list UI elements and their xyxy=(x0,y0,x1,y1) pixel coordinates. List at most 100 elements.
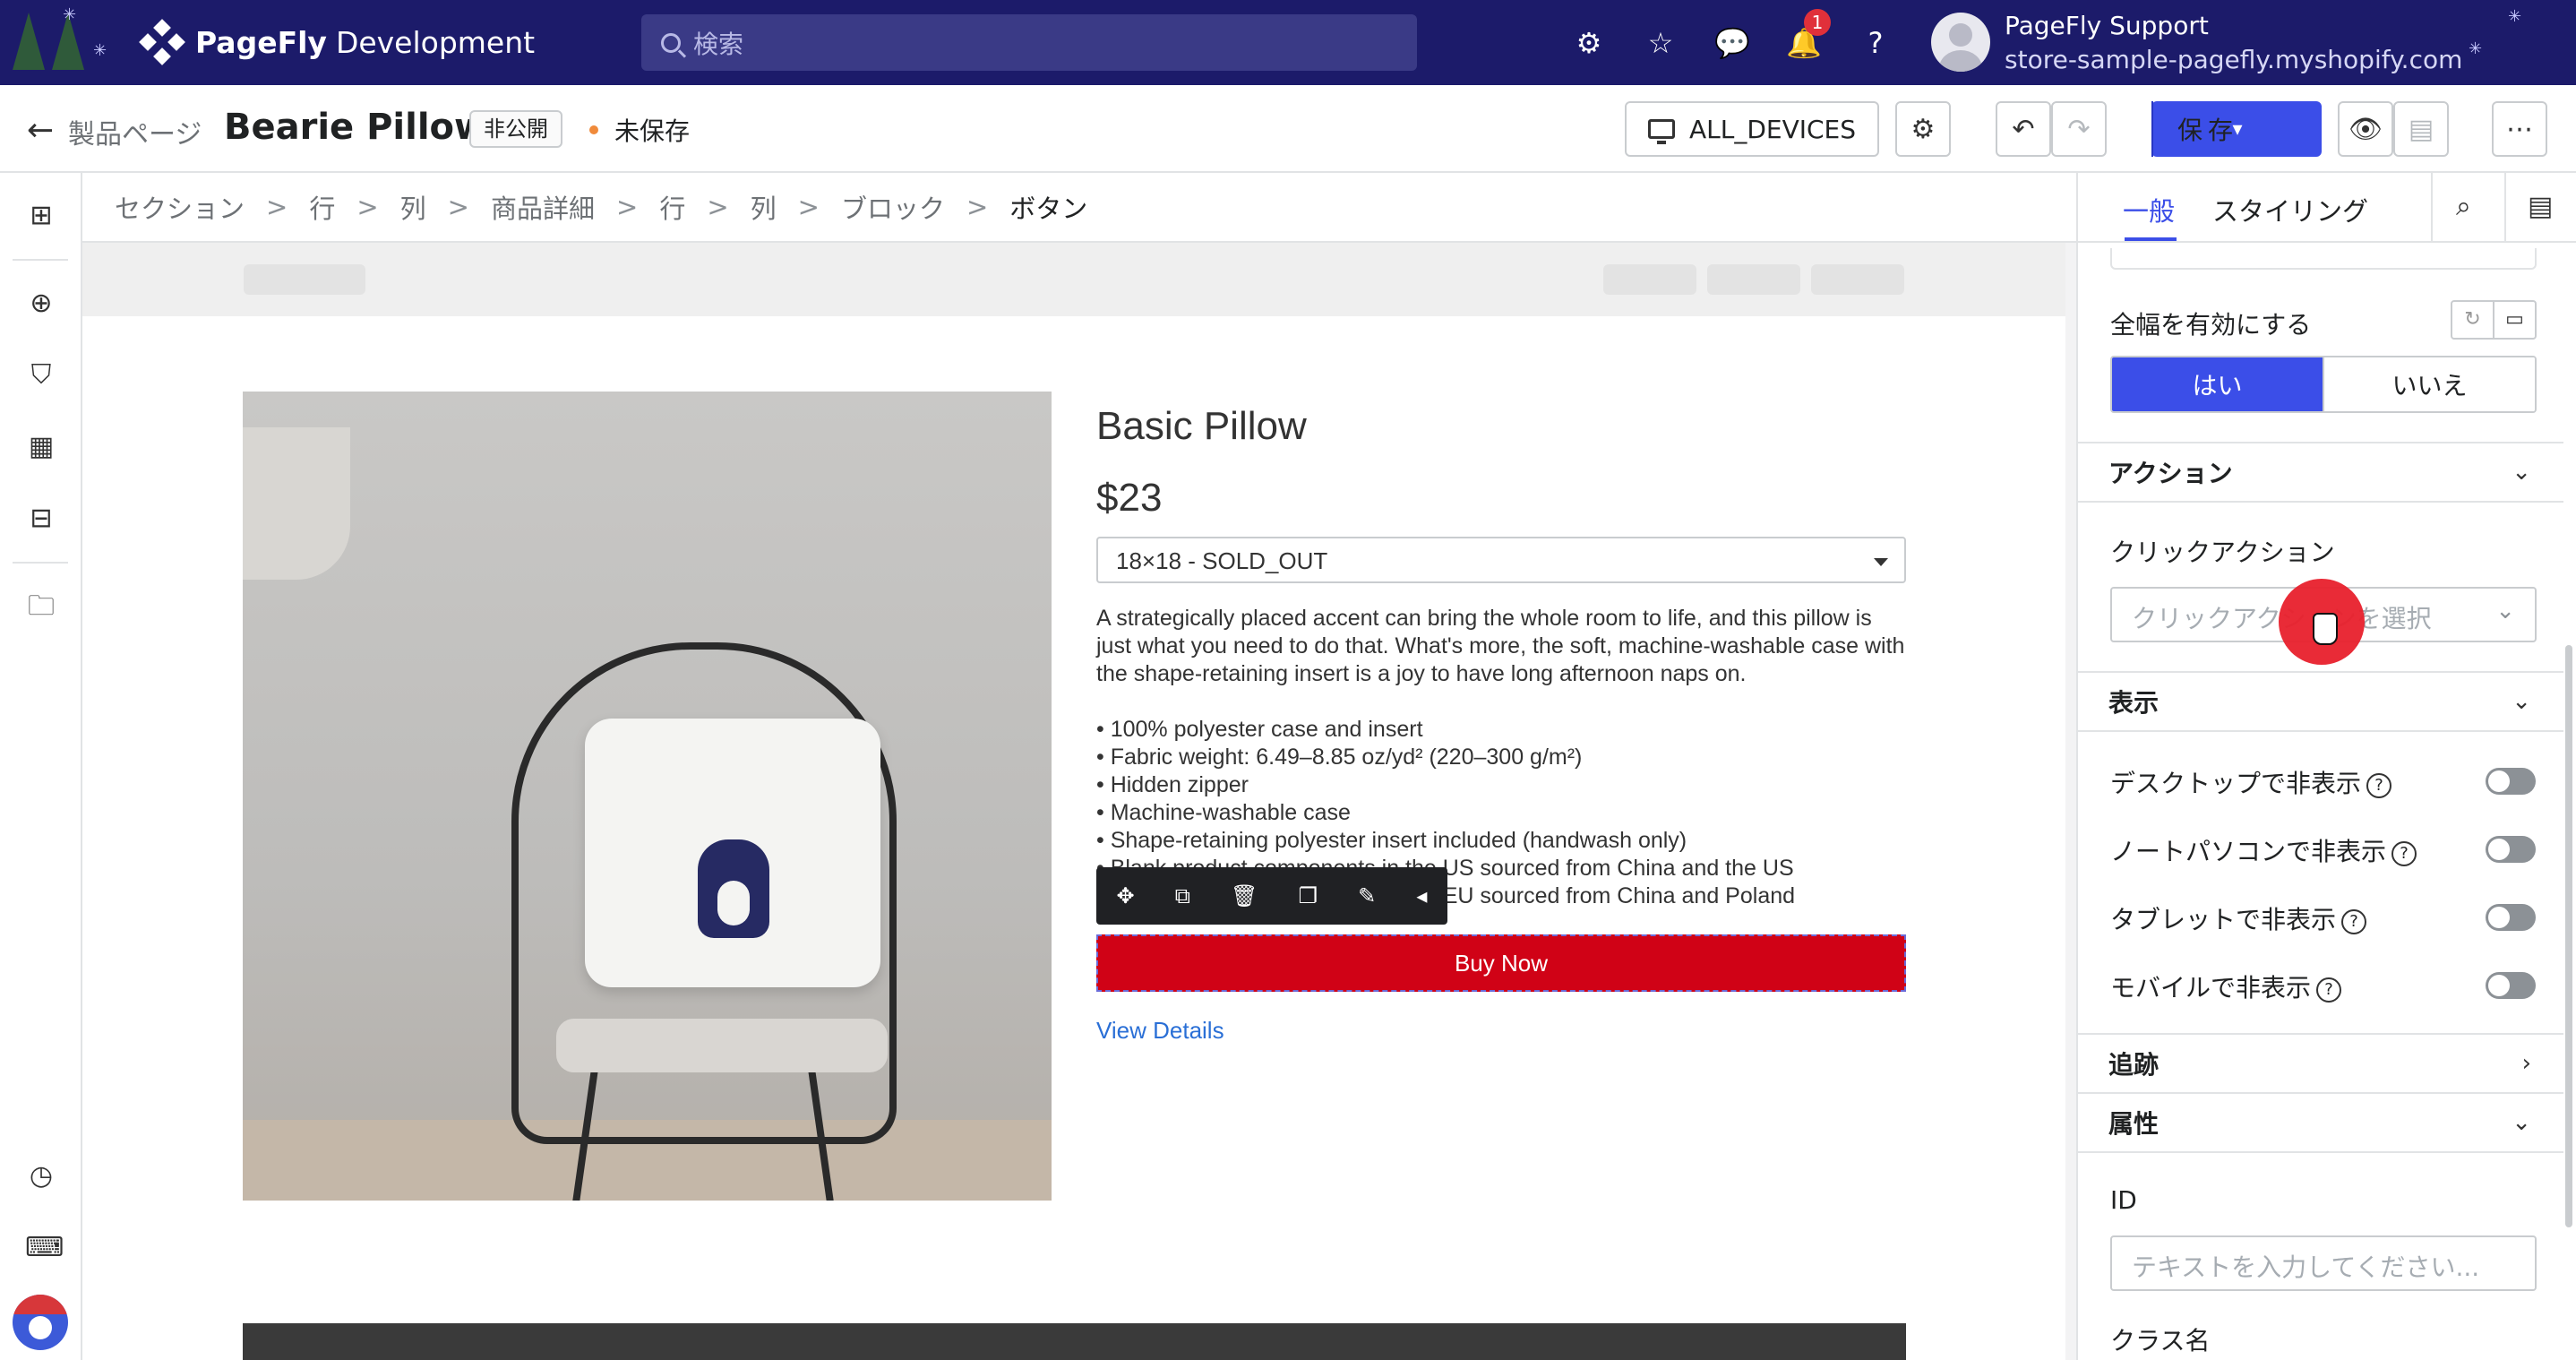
chat-icon[interactable]: 💬 xyxy=(1714,25,1750,61)
folder-icon[interactable]: 🗀 xyxy=(25,590,57,623)
snowflake-icon: ✳ xyxy=(2469,39,2483,58)
unsaved-dot-icon xyxy=(589,125,598,134)
breadcrumb-item[interactable]: 行 xyxy=(309,188,335,226)
bullet-item: • Shape-retaining polyester insert inclu… xyxy=(1096,828,1687,853)
hide-laptop-toggle[interactable] xyxy=(2486,836,2536,863)
section-tracking[interactable]: 追跡 › xyxy=(2078,1033,2563,1094)
apps-icon[interactable]: ▦ xyxy=(25,431,57,463)
fullwidth-yes-button[interactable]: はい xyxy=(2112,357,2323,411)
duplicate-icon[interactable]: ⧉ xyxy=(1175,883,1190,908)
product-title[interactable]: Basic Pillow xyxy=(1096,404,1307,449)
inspector-panel: 一般 スタイリング ⌕ ▤ 全幅を有効にする ↻ ▭ はい いいえ アクション … xyxy=(2076,173,2576,1360)
search-input[interactable]: 検索 xyxy=(641,14,1417,71)
save-button[interactable]: 保存 ▾ xyxy=(2151,101,2322,157)
bullet-item: • Fabric weight: 6.49–8.85 oz/yd² (220–3… xyxy=(1096,745,1583,770)
style-picker-icon[interactable]: ✎ xyxy=(1358,883,1376,908)
redo-button[interactable]: ↷ xyxy=(2051,101,2107,157)
integrations-icon[interactable]: ⊟ xyxy=(25,503,57,535)
tab-general[interactable]: 一般 xyxy=(2123,191,2175,228)
id-input[interactable]: テキストを入力してください... xyxy=(2110,1235,2537,1291)
code-icon[interactable]: ⌨ xyxy=(25,1232,64,1264)
product-price[interactable]: $23 xyxy=(1096,476,1162,521)
collapse-icon[interactable]: ◂ xyxy=(1416,883,1427,908)
breadcrumb-item[interactable]: セクション xyxy=(115,188,245,226)
breadcrumb-current[interactable]: ボタン xyxy=(1009,188,1087,226)
publish-button[interactable]: ▤ xyxy=(2393,101,2449,157)
panel-scrollbar[interactable] xyxy=(2565,645,2572,1227)
breadcrumb: セクション > 行 > 列 > 商品詳細 > 行 > 列 > ブロック > ボタ… xyxy=(82,173,2076,243)
page-settings-button[interactable]: ⚙ xyxy=(1895,101,1951,157)
delete-icon[interactable]: 🗑 xyxy=(1231,883,1258,908)
product-image[interactable] xyxy=(243,392,1052,1201)
shopify-icon[interactable]: ⛉ xyxy=(25,359,57,392)
back-link[interactable]: 製品ページ xyxy=(68,112,202,151)
inspector-tabs: 一般 スタイリング ⌕ ▤ xyxy=(2078,173,2576,243)
more-button[interactable]: ⋯ xyxy=(2492,101,2547,157)
editor-canvas[interactable]: Basic Pillow $23 18×18 - SOLD_OUT A stra… xyxy=(82,243,2076,1360)
device-selector-label: ALL_DEVICES xyxy=(1688,114,1857,144)
layers-icon[interactable]: ⊞ xyxy=(25,200,57,232)
brand-name: PageFly xyxy=(195,24,327,60)
help-icon[interactable]: ? xyxy=(2341,909,2367,934)
avatar[interactable] xyxy=(1931,13,1990,72)
variant-select[interactable]: 18×18 - SOLD_OUT xyxy=(1096,537,1906,583)
reset-icon[interactable]: ↻ xyxy=(2452,302,2493,338)
help-icon[interactable]: ? xyxy=(2366,773,2392,798)
add-element-icon[interactable]: ⊕ xyxy=(25,288,57,320)
search-icon[interactable]: ⌕ xyxy=(2456,191,2471,222)
pagefly-logo-icon xyxy=(139,19,185,65)
id-label: ID xyxy=(2110,1185,2137,1215)
breadcrumb-item[interactable]: 列 xyxy=(751,188,777,226)
bear-print xyxy=(698,839,769,938)
device-selector-button[interactable]: ALL_DEVICES xyxy=(1625,101,1879,157)
hide-mobile-label: モバイルで非表示? xyxy=(2110,968,2342,1004)
hide-tablet-toggle[interactable] xyxy=(2486,904,2536,931)
breadcrumb-item[interactable]: 商品詳細 xyxy=(491,188,595,226)
settings-icon[interactable]: ⚙ xyxy=(1571,25,1607,61)
buy-now-button[interactable]: Buy Now xyxy=(1096,934,1906,992)
product-description[interactable]: A strategically placed accent can bring … xyxy=(1096,605,1911,688)
star-icon[interactable]: ☆ xyxy=(1643,25,1679,61)
more-icon: ⋯ xyxy=(2506,113,2533,145)
click-action-label: クリックアクション xyxy=(2110,538,2335,567)
help-icon[interactable]: ? xyxy=(2391,841,2417,866)
breadcrumb-item[interactable]: ブロック xyxy=(841,188,945,226)
help-icon[interactable]: ? xyxy=(1858,25,1893,61)
previous-field[interactable] xyxy=(2110,248,2537,270)
fullwidth-no-button[interactable]: いいえ xyxy=(2323,357,2535,411)
account-store[interactable]: store-sample-pagefly.myshopify.com xyxy=(2005,45,2462,74)
bullet-item: • Machine-washable case xyxy=(1096,800,1351,825)
document-icon[interactable]: ▤ xyxy=(2528,191,2553,222)
history-icon[interactable]: ◷ xyxy=(25,1160,57,1192)
breadcrumb-item[interactable]: 行 xyxy=(659,188,685,226)
monitor-icon xyxy=(1647,119,1675,144)
desktop-icon[interactable]: ▭ xyxy=(2493,302,2535,338)
view-details-link[interactable]: View Details xyxy=(1096,1017,1224,1045)
account-name[interactable]: PageFly Support xyxy=(2005,11,2209,40)
section-attributes[interactable]: 属性 ⌄ xyxy=(2078,1092,2563,1153)
unsaved-status: 未保存 xyxy=(614,116,691,146)
hide-desktop-toggle[interactable] xyxy=(2486,768,2536,795)
notification-badge: 1 xyxy=(1804,9,1831,36)
chevron-down-icon: ⌄ xyxy=(2512,459,2531,486)
hide-mobile-toggle[interactable] xyxy=(2486,972,2536,999)
move-icon[interactable]: ✥ xyxy=(1117,883,1135,908)
copy-icon[interactable]: ❐ xyxy=(1299,883,1318,908)
section-action[interactable]: アクション ⌄ xyxy=(2078,442,2563,503)
brand-logo[interactable]: PageFly Development xyxy=(139,19,535,65)
eye-icon: 👁 xyxy=(2348,113,2383,145)
section-display[interactable]: 表示 ⌄ xyxy=(2078,671,2563,732)
editor-toolbar: ← 製品ページ Bearie Pillow 非公開 未保存 ALL_DEVICE… xyxy=(0,85,2576,173)
bullet-item: • 100% polyester case and insert xyxy=(1096,717,1423,742)
undo-button[interactable]: ↶ xyxy=(1996,101,2051,157)
preview-button[interactable]: 👁 xyxy=(2338,101,2393,157)
back-arrow-icon[interactable]: ← xyxy=(27,112,54,149)
page-content: Basic Pillow $23 18×18 - SOLD_OUT A stra… xyxy=(82,316,2065,1360)
tab-styling[interactable]: スタイリング xyxy=(2212,191,2368,228)
help-icon[interactable]: ? xyxy=(2316,977,2342,1003)
user-avatar[interactable] xyxy=(13,1295,68,1350)
left-sidebar: ⊞ ⊕ ⛉ ▦ ⊟ 🗀 ◷ ⌨ xyxy=(0,173,82,1360)
breadcrumb-item[interactable]: 列 xyxy=(400,188,426,226)
tree-decoration-icon xyxy=(13,13,45,70)
snowflake-icon: ✳ xyxy=(63,5,77,24)
